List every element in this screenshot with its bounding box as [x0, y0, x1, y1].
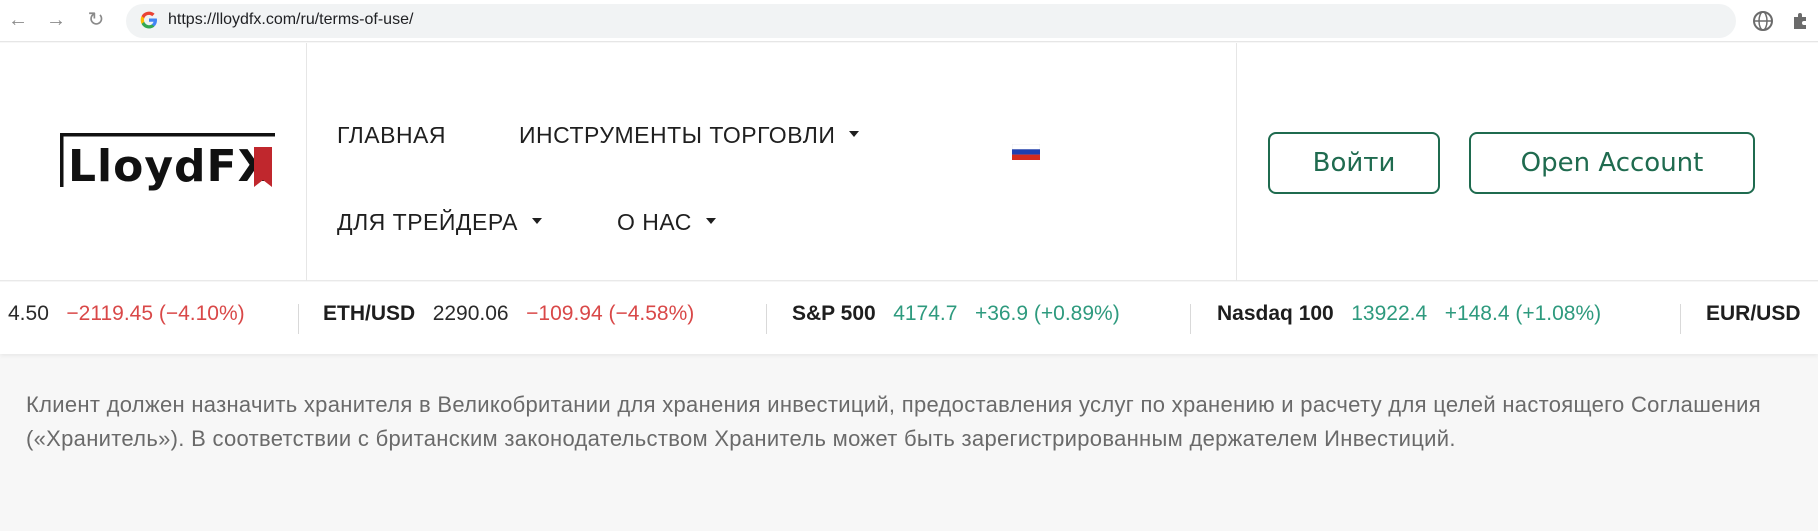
ticker-symbol: S&P 500 — [792, 302, 876, 325]
nav-for-trader-label: ДЛЯ ТРЕЙДЕРА — [337, 209, 518, 235]
ticker-item[interactable]: Nasdaq 100 13922.4 +148.4 (+1.08%) — [1217, 302, 1601, 326]
ticker-item[interactable]: 4.50 −2119.45 (−4.10%) — [8, 302, 245, 326]
ticker-item[interactable]: ETH/USD 2290.06 −109.94 (−4.58%) — [323, 302, 694, 326]
header-divider-right — [1236, 43, 1237, 281]
forward-arrow-icon[interactable]: → — [44, 8, 68, 32]
lloydfx-logo[interactable]: LloydFX — [58, 129, 278, 199]
nav-home-label: ГЛАВНАЯ — [337, 122, 446, 148]
browser-toolbar: ← → ↻ https://lloydfx.com/ru/terms-of-us… — [0, 0, 1818, 42]
ticker-item[interactable]: EUR/USD — [1706, 302, 1801, 326]
ticker-item[interactable]: S&P 500 4174.7 +36.9 (+0.89%) — [792, 302, 1120, 326]
extensions-puzzle-icon[interactable] — [1790, 10, 1812, 32]
ticker-change: +36.9 (+0.89%) — [974, 302, 1120, 325]
globe-icon[interactable] — [1752, 10, 1774, 32]
caret-down-icon — [849, 130, 860, 137]
ticker-symbol: Nasdaq 100 — [1217, 302, 1334, 325]
russian-flag-icon[interactable] — [1012, 144, 1040, 160]
reload-icon[interactable]: ↻ — [84, 8, 108, 32]
nav-for-trader[interactable]: ДЛЯ ТРЕЙДЕРА — [337, 209, 542, 236]
ticker-price: 4.50 — [8, 302, 49, 325]
ticker-price: 4174.7 — [893, 302, 958, 325]
ticker-separator — [1190, 304, 1191, 334]
header-divider-left — [306, 43, 307, 281]
nav-about-label: О НАС — [617, 209, 692, 235]
ticker-change: +148.4 (+1.08%) — [1444, 302, 1602, 325]
nav-trading-instruments-label: ИНСТРУМЕНТЫ ТОРГОВЛИ — [519, 122, 836, 148]
google-icon — [140, 11, 157, 29]
price-ticker: 4.50 −2119.45 (−4.10%) ETH/USD 2290.06 −… — [0, 282, 1818, 354]
nav-about[interactable]: О НАС — [617, 209, 716, 236]
back-arrow-icon[interactable]: ← — [6, 8, 30, 32]
nav-trading-instruments[interactable]: ИНСТРУМЕНТЫ ТОРГОВЛИ — [519, 122, 860, 149]
ticker-price: 13922.4 — [1351, 302, 1428, 325]
ticker-change: −109.94 (−4.58%) — [526, 302, 695, 325]
ticker-change: −2119.45 (−4.10%) — [66, 302, 245, 325]
svg-text:LloydFX: LloydFX — [68, 141, 273, 192]
ticker-symbol: EUR/USD — [1706, 302, 1801, 325]
caret-down-icon — [532, 217, 542, 224]
open-account-button[interactable]: Open Account — [1469, 132, 1755, 194]
ticker-price: 2290.06 — [432, 302, 509, 325]
ticker-separator — [766, 304, 767, 334]
login-button[interactable]: Войти — [1268, 132, 1440, 194]
site-header: LloydFX ГЛАВНАЯ ИНСТРУМЕНТЫ ТОРГОВЛИ ДЛЯ… — [0, 43, 1818, 281]
ticker-separator — [1680, 304, 1681, 334]
ticker-symbol: ETH/USD — [323, 302, 416, 325]
url-text[interactable]: https://lloydfx.com/ru/terms-of-use/ — [168, 11, 413, 29]
caret-down-icon — [705, 217, 716, 224]
terms-paragraph: Клиент должен назначить хранителя в Вели… — [26, 392, 1761, 451]
ticker-separator — [298, 304, 299, 334]
nav-home[interactable]: ГЛАВНАЯ — [337, 122, 446, 149]
